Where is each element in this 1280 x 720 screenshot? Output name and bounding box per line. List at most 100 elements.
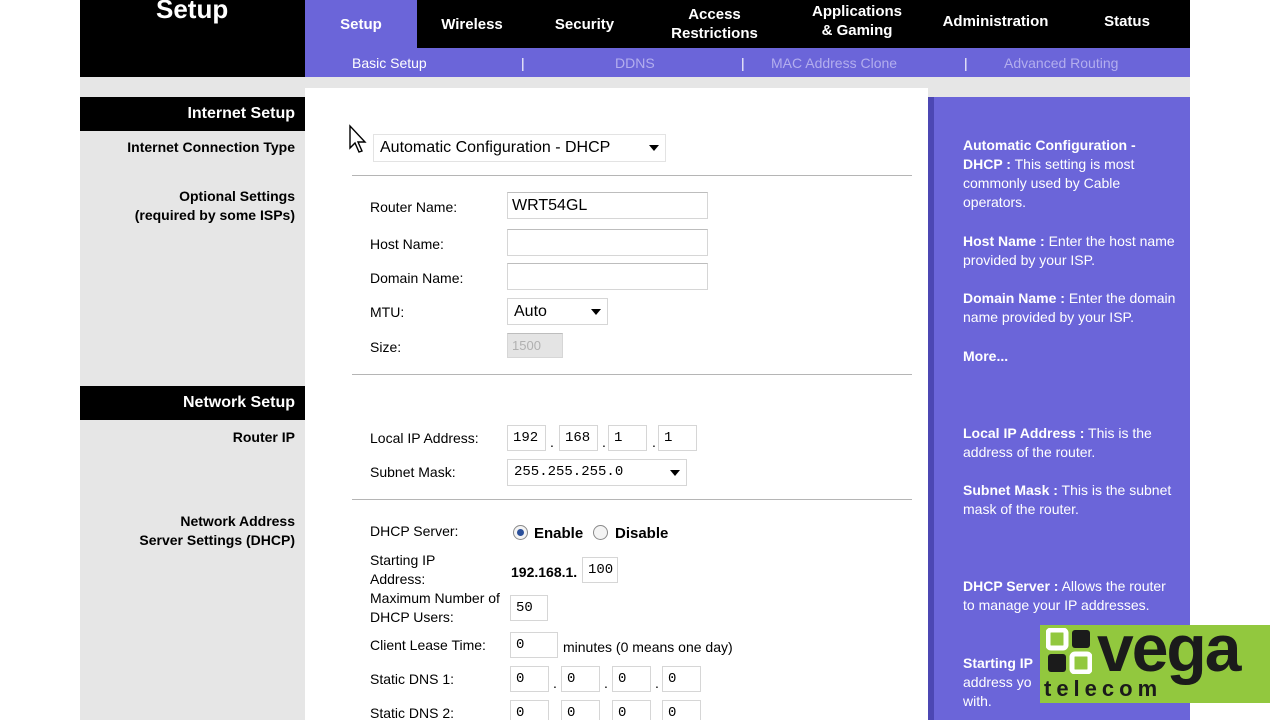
help-domain-name: Domain Name : Enter the domain name prov… xyxy=(963,289,1178,327)
local-ip-octet-2[interactable]: 168 xyxy=(559,425,598,451)
help-host-title: Host Name : xyxy=(963,233,1045,249)
size-input-disabled: 1500 xyxy=(507,333,563,358)
label-starting-ip-address: Address: xyxy=(370,571,426,587)
section-network-setup: Network Setup xyxy=(80,386,305,420)
label-subnet-mask: Subnet Mask: xyxy=(370,464,456,480)
subnet-mask-value: 255.255.255.0 xyxy=(514,464,624,480)
starting-ip-input[interactable]: 100 xyxy=(582,557,618,583)
chevron-down-icon xyxy=(649,145,659,151)
label-host-name: Host Name: xyxy=(370,236,444,252)
help-localip-title: Local IP Address : xyxy=(963,425,1085,441)
label-size: Size: xyxy=(370,339,402,355)
chevron-down-icon xyxy=(670,470,680,476)
dhcp-enable-label: Enable xyxy=(534,525,584,542)
mtu-select[interactable]: Auto xyxy=(507,298,608,325)
max-users-input[interactable]: 50 xyxy=(510,595,548,621)
help-automatic-configuration: Automatic Configuration - DHCP : This se… xyxy=(963,136,1178,212)
page-title: Setup xyxy=(156,0,229,24)
local-ip-octet-4[interactable]: 1 xyxy=(658,425,697,451)
ip-dot: . xyxy=(655,709,659,720)
label-static-dns-2: Static DNS 2: xyxy=(370,705,455,720)
subtab-ddns[interactable]: DDNS xyxy=(615,55,655,71)
dns1-octet-1[interactable]: 0 xyxy=(510,666,549,692)
connection-type-select[interactable]: Automatic Configuration - DHCP xyxy=(373,134,666,162)
dhcp-disable-label: Disable xyxy=(615,525,669,542)
lease-time-input[interactable]: 0 xyxy=(510,632,558,658)
help-subnet-title: Subnet Mask : xyxy=(963,482,1058,498)
ip-dot: . xyxy=(553,675,557,691)
ip-dot: . xyxy=(655,675,659,691)
dns1-octet-3[interactable]: 0 xyxy=(612,666,651,692)
dns1-octet-2[interactable]: 0 xyxy=(561,666,600,692)
label-client-lease-time: Client Lease Time: xyxy=(370,637,486,653)
dhcp-enable-radio[interactable] xyxy=(513,525,528,540)
tab-security[interactable]: Security xyxy=(527,0,642,48)
label-optional-note: (required by some ISPs) xyxy=(134,207,295,223)
chevron-down-icon xyxy=(591,309,601,315)
subnav-separator: | xyxy=(521,55,525,71)
label-dhcp-server-settings: Server Settings (DHCP) xyxy=(139,532,295,548)
help-panel-edge xyxy=(928,97,934,720)
dns2-octet-3[interactable]: 0 xyxy=(612,700,651,720)
mouse-cursor-icon xyxy=(349,124,367,153)
help-host-name: Host Name : Enter the host name provided… xyxy=(963,232,1178,270)
dns1-octet-4[interactable]: 0 xyxy=(662,666,701,692)
label-local-ip-address: Local IP Address: xyxy=(370,430,479,446)
label-max-users: Maximum Number of xyxy=(370,590,500,606)
ip-dot: . xyxy=(602,434,606,450)
tab-access-restrictions[interactable]: Access Restrictions xyxy=(642,0,787,48)
dns2-octet-2[interactable]: 0 xyxy=(561,700,600,720)
help-domain-title: Domain Name : xyxy=(963,290,1065,306)
label-router-ip: Router IP xyxy=(232,429,295,445)
help-more-link[interactable]: More... xyxy=(963,347,1178,366)
label-internet-connection-type: Internet Connection Type xyxy=(127,139,295,155)
help-local-ip: Local IP Address : This is the address o… xyxy=(963,424,1178,462)
help-dhcp-title: DHCP Server : xyxy=(963,578,1059,594)
divider xyxy=(352,175,912,176)
label-domain-name: Domain Name: xyxy=(370,270,464,286)
ip-dot: . xyxy=(652,434,656,450)
router-name-input[interactable]: WRT54GL xyxy=(507,192,708,219)
dhcp-disable-radio[interactable] xyxy=(593,525,608,540)
label-dhcp-users: DHCP Users: xyxy=(370,609,454,625)
logo-word: vega xyxy=(1097,611,1241,685)
label-router-name: Router Name: xyxy=(370,199,458,215)
mtu-value: Auto xyxy=(514,303,547,320)
logo-subtitle: telecom xyxy=(1044,676,1163,701)
tab-applications-gaming[interactable]: Applications & Gaming xyxy=(787,0,927,45)
label-starting-ip: Starting IP xyxy=(370,552,436,568)
dns2-octet-4[interactable]: 0 xyxy=(662,700,701,720)
local-ip-octet-3[interactable]: 1 xyxy=(608,425,647,451)
divider xyxy=(352,374,912,375)
ip-dot: . xyxy=(550,434,554,450)
help-subnet-mask: Subnet Mask : This is the subnet mask of… xyxy=(963,481,1178,519)
subtab-mac-address-clone[interactable]: MAC Address Clone xyxy=(771,55,897,71)
label-dhcp-server: DHCP Server: xyxy=(370,523,459,539)
subtab-advanced-routing[interactable]: Advanced Routing xyxy=(1004,55,1118,71)
section-internet-setup: Internet Setup xyxy=(80,97,305,131)
divider xyxy=(352,499,912,500)
connection-type-value: Automatic Configuration - DHCP xyxy=(380,139,611,156)
subnet-mask-select[interactable]: 255.255.255.0 xyxy=(507,459,687,486)
lease-time-note: minutes (0 means one day) xyxy=(563,639,733,655)
ip-dot: . xyxy=(604,675,608,691)
host-name-input[interactable] xyxy=(507,229,708,256)
label-static-dns-1: Static DNS 1: xyxy=(370,671,455,687)
local-ip-octet-1[interactable]: 192 xyxy=(507,425,546,451)
ip-dot: . xyxy=(553,709,557,720)
subtab-basic-setup[interactable]: Basic Setup xyxy=(352,55,427,71)
label-optional-settings: Optional Settings xyxy=(179,188,295,204)
domain-name-input[interactable] xyxy=(507,263,708,290)
tab-administration[interactable]: Administration xyxy=(927,0,1064,45)
label-mtu: MTU: xyxy=(370,304,405,320)
dns2-octet-1[interactable]: 0 xyxy=(510,700,549,720)
vega-mark-icon xyxy=(1046,628,1092,674)
tab-setup[interactable]: Setup xyxy=(305,0,417,48)
label-network-address: Network Address xyxy=(180,513,295,529)
tab-wireless[interactable]: Wireless xyxy=(417,0,527,48)
ip-dot: . xyxy=(604,709,608,720)
subnav-separator: | xyxy=(964,55,968,71)
subnav-separator: | xyxy=(741,55,745,71)
tab-status[interactable]: Status xyxy=(1064,0,1190,45)
starting-ip-prefix: 192.168.1. xyxy=(511,564,578,580)
